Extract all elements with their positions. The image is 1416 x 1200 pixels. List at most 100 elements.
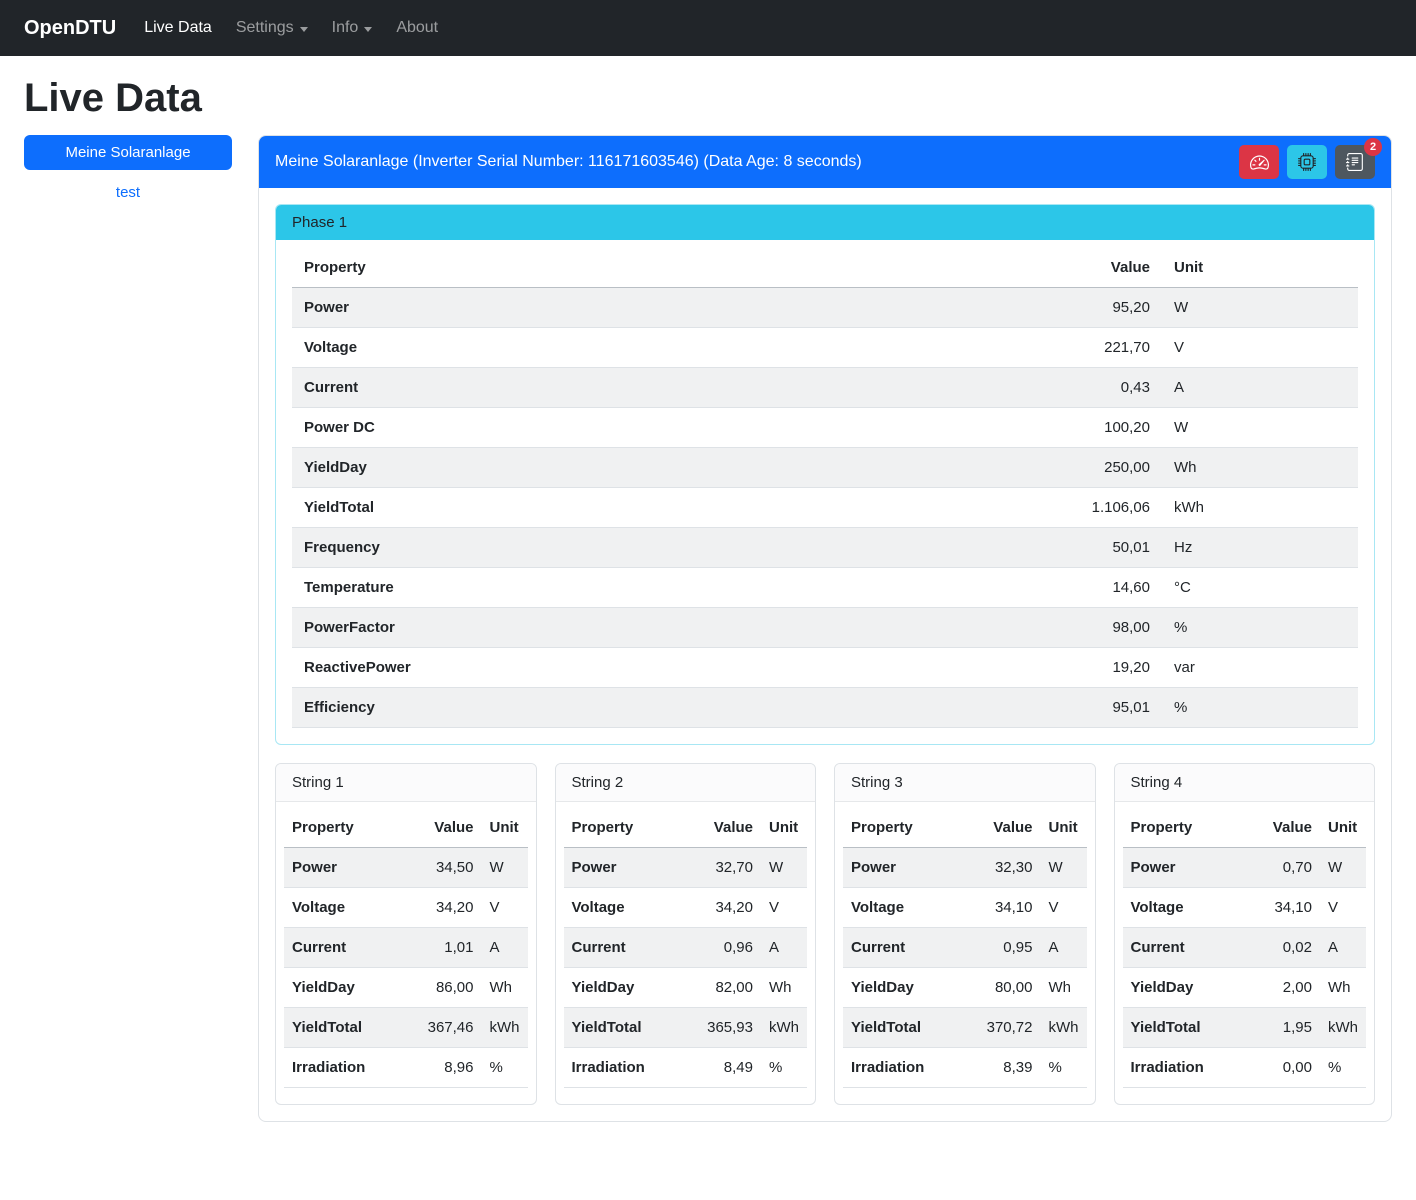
inverter-panel-body: Phase 1 Property Value Unit xyxy=(259,188,1391,1121)
speedometer-gauge-icon xyxy=(1250,153,1269,172)
unit-cell: % xyxy=(761,1048,807,1088)
value-cell: 95,01 xyxy=(1032,688,1162,728)
table-row: ReactivePower 19,20 var xyxy=(292,648,1358,688)
table-row: Voltage 34,10 V xyxy=(1123,888,1367,928)
table-row: YieldDay 250,00 Wh xyxy=(292,448,1358,488)
table-header-row: Property Value Unit xyxy=(1123,808,1367,848)
property-cell: Voltage xyxy=(292,328,1032,368)
inverter-sidebar: Meine Solaranlage test xyxy=(24,135,232,201)
table-row: Power 32,30 W xyxy=(843,848,1087,888)
property-cell: YieldDay xyxy=(564,968,696,1008)
property-cell: Power xyxy=(292,288,1032,328)
strings-row: String 1 Property Value Unit xyxy=(275,763,1375,1105)
property-cell: Temperature xyxy=(292,568,1032,608)
property-cell: YieldTotal xyxy=(1123,1008,1255,1048)
cpu-chip-icon xyxy=(1298,153,1316,171)
table-row: Power 32,70 W xyxy=(564,848,808,888)
value-cell: 370,72 xyxy=(975,1008,1041,1048)
property-cell: ReactivePower xyxy=(292,648,1032,688)
column-header-value: Value xyxy=(1254,808,1320,848)
property-cell: Irradiation xyxy=(284,1048,416,1088)
unit-cell: kWh xyxy=(482,1008,528,1048)
column-header-property: Property xyxy=(564,808,696,848)
nav-item-info[interactable]: Info xyxy=(324,11,381,45)
column-header-property: Property xyxy=(284,808,416,848)
column-header-property: Property xyxy=(1123,808,1255,848)
value-cell: 365,93 xyxy=(695,1008,761,1048)
value-cell: 0,02 xyxy=(1254,928,1320,968)
inverter-header-actions: 2 xyxy=(1239,145,1375,179)
chevron-down-icon xyxy=(364,27,372,32)
phase-card: Phase 1 Property Value Unit xyxy=(275,204,1375,745)
property-cell: Frequency xyxy=(292,528,1032,568)
table-row: Power DC 100,20 W xyxy=(292,408,1358,448)
event-count-badge: 2 xyxy=(1364,138,1382,156)
property-cell: YieldTotal xyxy=(564,1008,696,1048)
property-cell: Voltage xyxy=(284,888,416,928)
value-cell: 34,50 xyxy=(416,848,482,888)
property-cell: Current xyxy=(843,928,975,968)
property-cell: Current xyxy=(1123,928,1255,968)
table-row: Frequency 50,01 Hz xyxy=(292,528,1358,568)
unit-cell: % xyxy=(1041,1048,1087,1088)
table-row: Irradiation 8,49 % xyxy=(564,1048,808,1088)
column-header-value: Value xyxy=(695,808,761,848)
value-cell: 1,01 xyxy=(416,928,482,968)
table-row: YieldDay 82,00 Wh xyxy=(564,968,808,1008)
property-cell: Power xyxy=(1123,848,1255,888)
nav-item-about[interactable]: About xyxy=(388,11,446,45)
string-table: Property Value Unit Power xyxy=(1123,808,1367,1088)
column-header-unit: Unit xyxy=(1162,248,1358,288)
inverter-link-test[interactable]: test xyxy=(24,184,232,201)
table-header-row: Property Value Unit xyxy=(292,248,1358,288)
value-cell: 34,10 xyxy=(1254,888,1320,928)
brand-logo[interactable]: OpenDTU xyxy=(24,17,116,40)
unit-cell: % xyxy=(1162,688,1358,728)
unit-cell: W xyxy=(482,848,528,888)
table-row: YieldTotal 370,72 kWh xyxy=(843,1008,1087,1048)
value-cell: 8,39 xyxy=(975,1048,1041,1088)
property-cell: Irradiation xyxy=(1123,1048,1255,1088)
chevron-down-icon xyxy=(300,27,308,32)
limit-settings-button[interactable] xyxy=(1239,145,1279,179)
unit-cell: A xyxy=(761,928,807,968)
string-card-4: String 4 Property Value Unit xyxy=(1114,763,1376,1105)
column-header-value: Value xyxy=(416,808,482,848)
table-row: Current 0,02 A xyxy=(1123,928,1367,968)
property-cell: YieldTotal xyxy=(284,1008,416,1048)
table-row: YieldDay 86,00 Wh xyxy=(284,968,528,1008)
unit-cell: °C xyxy=(1162,568,1358,608)
table-row: YieldDay 80,00 Wh xyxy=(843,968,1087,1008)
unit-cell: V xyxy=(482,888,528,928)
property-cell: Irradiation xyxy=(564,1048,696,1088)
property-cell: YieldTotal xyxy=(843,1008,975,1048)
value-cell: 100,20 xyxy=(1032,408,1162,448)
unit-cell: V xyxy=(761,888,807,928)
table-header-row: Property Value Unit xyxy=(843,808,1087,848)
property-cell: YieldDay xyxy=(1123,968,1255,1008)
value-cell: 34,20 xyxy=(416,888,482,928)
nav-item-settings[interactable]: Settings xyxy=(228,11,316,45)
table-row: Current 0,43 A xyxy=(292,368,1358,408)
table-row: Voltage 34,10 V xyxy=(843,888,1087,928)
table-row: Irradiation 8,39 % xyxy=(843,1048,1087,1088)
table-row: YieldTotal 365,93 kWh xyxy=(564,1008,808,1048)
table-header-row: Property Value Unit xyxy=(284,808,528,848)
nav-item-info-label: Info xyxy=(332,19,359,37)
inverter-select-button[interactable]: Meine Solaranlage xyxy=(24,135,232,170)
value-cell: 0,96 xyxy=(695,928,761,968)
phase-card-title: Phase 1 xyxy=(276,205,1374,240)
unit-cell: var xyxy=(1162,648,1358,688)
value-cell: 32,30 xyxy=(975,848,1041,888)
column-header-unit: Unit xyxy=(1320,808,1366,848)
column-header-property: Property xyxy=(843,808,975,848)
event-log-button[interactable]: 2 xyxy=(1335,145,1375,179)
unit-cell: Wh xyxy=(761,968,807,1008)
value-cell: 86,00 xyxy=(416,968,482,1008)
value-cell: 1.106,06 xyxy=(1032,488,1162,528)
device-info-button[interactable] xyxy=(1287,145,1327,179)
column-header-property: Property xyxy=(292,248,1032,288)
unit-cell: V xyxy=(1320,888,1366,928)
unit-cell: kWh xyxy=(1162,488,1358,528)
nav-item-live-data[interactable]: Live Data xyxy=(136,11,220,45)
